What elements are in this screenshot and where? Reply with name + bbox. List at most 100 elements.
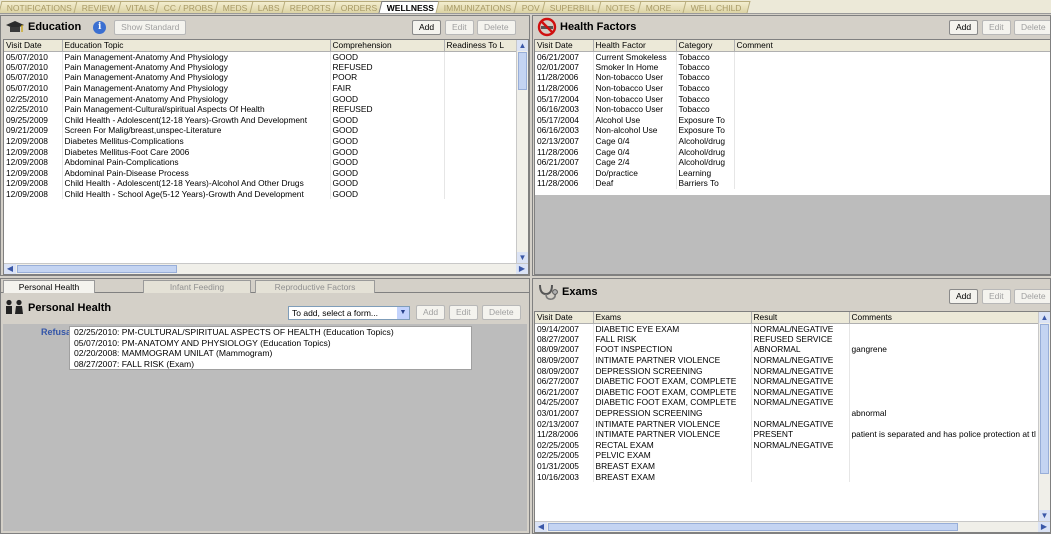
table-row[interactable]: 05/07/2010 Pain Management-Anatomy And Ph… (4, 61, 519, 73)
education-delete-button[interactable]: Delete (477, 20, 516, 35)
education-add-button[interactable]: Add (412, 20, 442, 35)
health-factors-add-button[interactable]: Add (949, 20, 979, 35)
exams-vertical-scrollbar[interactable]: ▲ ▼ (1038, 312, 1050, 521)
exams-horizontal-scrollbar[interactable]: ◀ ▶ (535, 521, 1050, 532)
table-row[interactable]: 11/28/2006 INTIMATE PARTNER VIOLENCE PRESE… (535, 428, 1041, 440)
table-row[interactable]: 11/28/2006 Deaf Barriers To (535, 178, 1050, 189)
scroll-thumb[interactable] (518, 52, 527, 90)
table-row[interactable]: 12/09/2008 Child Health - Adolescent(12-1… (4, 178, 519, 189)
table-row[interactable]: 12/09/2008 Diabetes Mellitus-Foot Care 20… (4, 146, 519, 157)
tab-notifications[interactable]: NOTIFICATIONS (0, 1, 81, 13)
table-row[interactable]: 12/09/2008 Abdominal Pain-Complications GO… (4, 156, 519, 168)
tab-review[interactable]: REVIEW (73, 1, 125, 13)
scroll-up-icon[interactable]: ▲ (1039, 312, 1050, 323)
table-row[interactable]: 10/16/2003 BREAST EXAM (535, 471, 1041, 482)
scroll-up-icon[interactable]: ▲ (517, 40, 528, 51)
column-header[interactable]: Comment (734, 40, 1050, 52)
education-vertical-scrollbar[interactable]: ▲ ▼ (516, 40, 528, 263)
list-item[interactable]: 02/25/2010: PM-CULTURAL/SPIRITUAL ASPECT… (70, 327, 471, 338)
table-row[interactable]: 01/31/2005 BREAST EXAM (535, 460, 1041, 472)
table-row[interactable]: 02/13/2007 Cage 0/4 Alcohol/drug (535, 135, 1050, 147)
table-row[interactable]: 11/28/2006 Do/practice Learning (535, 167, 1050, 179)
scroll-down-icon[interactable]: ▼ (1039, 510, 1050, 521)
tab-well-child[interactable]: WELL CHILD (682, 1, 750, 13)
table-row[interactable]: 08/09/2007 DEPRESSION SCREENING NORMAL/NEG… (535, 365, 1041, 376)
table-row[interactable]: 03/01/2007 DEPRESSION SCREENING abnormal (535, 407, 1041, 419)
table-row[interactable]: 02/01/2007 Smoker In Home Tobacco (535, 61, 1050, 73)
exams-edit-button[interactable]: Edit (982, 289, 1011, 304)
table-row[interactable]: 02/25/2005 PELVIC EXAM (535, 450, 1041, 461)
personal-health-add-button[interactable]: Add (416, 305, 446, 320)
tab-reports[interactable]: REPORTS (281, 1, 340, 13)
list-item[interactable]: 02/20/2008: MAMMOGRAM UNILAT (Mammogram) (70, 348, 471, 359)
column-header[interactable]: Comments (849, 312, 1041, 324)
list-item[interactable]: 08/27/2007: FALL RISK (Exam) (70, 359, 471, 370)
tab-immunizations[interactable]: IMMUNIZATIONS (435, 1, 521, 13)
scroll-thumb[interactable] (1040, 324, 1049, 474)
table-row[interactable]: 05/17/2004 Alcohol Use Exposure To (535, 114, 1050, 126)
tab-more[interactable]: MORE ... (637, 1, 690, 13)
column-header[interactable]: Readiness To L (444, 40, 519, 52)
table-row[interactable]: 09/21/2009 Screen For Malig/breast,unspec… (4, 125, 519, 136)
table-row[interactable]: 12/09/2008 Child Health - School Age(5-12… (4, 188, 519, 200)
personal-health-edit-button[interactable]: Edit (449, 305, 478, 320)
health-factors-grid[interactable]: Visit Date Health Factor Category Comment 06… (534, 39, 1050, 275)
table-row[interactable]: 08/27/2007 FALL RISK REFUSED SERVICE (535, 333, 1041, 345)
subtab-personal-health[interactable]: Personal Health (3, 280, 95, 293)
column-header[interactable]: Visit Date (535, 312, 594, 324)
table-row[interactable]: 06/27/2007 DIABETIC FOOT EXAM, COMPLETE NO… (535, 375, 1041, 387)
tab-wellness[interactable]: WELLNESS (378, 1, 443, 13)
table-row[interactable]: 12/09/2008 Diabetes Mellitus-Complication… (4, 135, 519, 147)
table-row[interactable]: 08/09/2007 INTIMATE PARTNER VIOLENCE NORMA… (535, 354, 1041, 366)
column-header[interactable]: Visit Date (535, 40, 594, 52)
table-row[interactable]: 09/25/2009 Child Health - Adolescent(12-1… (4, 114, 519, 126)
column-header[interactable]: Comprehension (330, 40, 445, 52)
health-factors-edit-button[interactable]: Edit (982, 20, 1011, 35)
column-header[interactable]: Result (751, 312, 850, 324)
exams-add-button[interactable]: Add (949, 289, 979, 304)
education-grid[interactable]: Visit Date Education Topic Comprehension Re… (3, 39, 529, 275)
health-factors-delete-button[interactable]: Delete (1014, 20, 1050, 35)
scroll-right-icon[interactable]: ▶ (1038, 522, 1050, 532)
personal-health-delete-button[interactable]: Delete (482, 305, 521, 320)
scroll-thumb[interactable] (17, 265, 177, 273)
table-row[interactable]: 09/14/2007 DIABETIC EYE EXAM NORMAL/NEGATI… (535, 323, 1041, 334)
table-row[interactable]: 04/25/2007 DIABETIC FOOT EXAM, COMPLETE NO… (535, 397, 1041, 408)
table-row[interactable]: 05/07/2010 Pain Management-Anatomy And Ph… (4, 82, 519, 94)
table-row[interactable]: 02/25/2005 RECTAL EXAM NORMAL/NEGATIVE (535, 439, 1041, 451)
column-header[interactable]: Education Topic (62, 40, 331, 52)
table-row[interactable]: 02/13/2007 INTIMATE PARTNER VIOLENCE NORMA… (535, 418, 1041, 429)
table-row[interactable]: 05/07/2010 Pain Management-Anatomy And Ph… (4, 51, 519, 62)
table-row[interactable]: 06/21/2007 Cage 2/4 Alcohol/drug (535, 156, 1050, 168)
table-row[interactable]: 11/28/2006 Cage 0/4 Alcohol/drug (535, 146, 1050, 157)
table-row[interactable]: 06/16/2003 Non-tobacco User Tobacco (535, 103, 1050, 115)
column-header[interactable]: Category (676, 40, 735, 52)
scroll-right-icon[interactable]: ▶ (516, 264, 528, 274)
table-row[interactable]: 08/09/2007 FOOT INSPECTION ABNORMAL gangren… (535, 344, 1041, 355)
personal-health-list[interactable]: 02/25/2010: PM-CULTURAL/SPIRITUAL ASPECT… (69, 326, 472, 370)
list-item[interactable]: 05/07/2010: PM-ANATOMY AND PHYSIOLOGY (E… (70, 338, 471, 349)
form-select[interactable]: To add, select a form... ▼ (288, 306, 410, 320)
tab-cc-probs[interactable]: CC / PROBS (155, 1, 222, 13)
subtab-reproductive-factors[interactable]: Reproductive Factors (255, 280, 375, 293)
show-standard-button[interactable]: Show Standard (114, 19, 187, 35)
education-horizontal-scrollbar[interactable]: ◀ ▶ (4, 263, 528, 274)
chevron-down-icon[interactable]: ▼ (397, 307, 409, 319)
column-header[interactable]: Visit Date (4, 40, 63, 52)
scroll-down-icon[interactable]: ▼ (517, 252, 528, 263)
table-row[interactable]: 02/25/2010 Pain Management-Anatomy And Ph… (4, 93, 519, 104)
scroll-left-icon[interactable]: ◀ (535, 522, 547, 532)
scroll-thumb[interactable] (548, 523, 958, 531)
table-row[interactable]: 02/25/2010 Pain Management-Cultural/spiri… (4, 103, 519, 115)
table-row[interactable]: 05/07/2010 Pain Management-Anatomy And Ph… (4, 72, 519, 83)
tab-superbill[interactable]: SUPERBILL (541, 1, 605, 13)
tab-orders[interactable]: ORDERS (332, 1, 386, 13)
scroll-left-icon[interactable]: ◀ (4, 264, 16, 274)
table-row[interactable]: 12/09/2008 Abdominal Pain-Disease Process… (4, 167, 519, 179)
column-header[interactable]: Health Factor (593, 40, 677, 52)
table-row[interactable]: 11/28/2006 Non-tobacco User Tobacco (535, 82, 1050, 94)
info-icon[interactable]: i (93, 20, 107, 34)
table-row[interactable]: 05/17/2004 Non-tobacco User Tobacco (535, 93, 1050, 104)
exams-grid[interactable]: Visit Date Exams Result Comments 09/14/2007 D… (534, 311, 1050, 533)
table-row[interactable]: 06/21/2007 Current Smokeless Tobacco (535, 51, 1050, 62)
